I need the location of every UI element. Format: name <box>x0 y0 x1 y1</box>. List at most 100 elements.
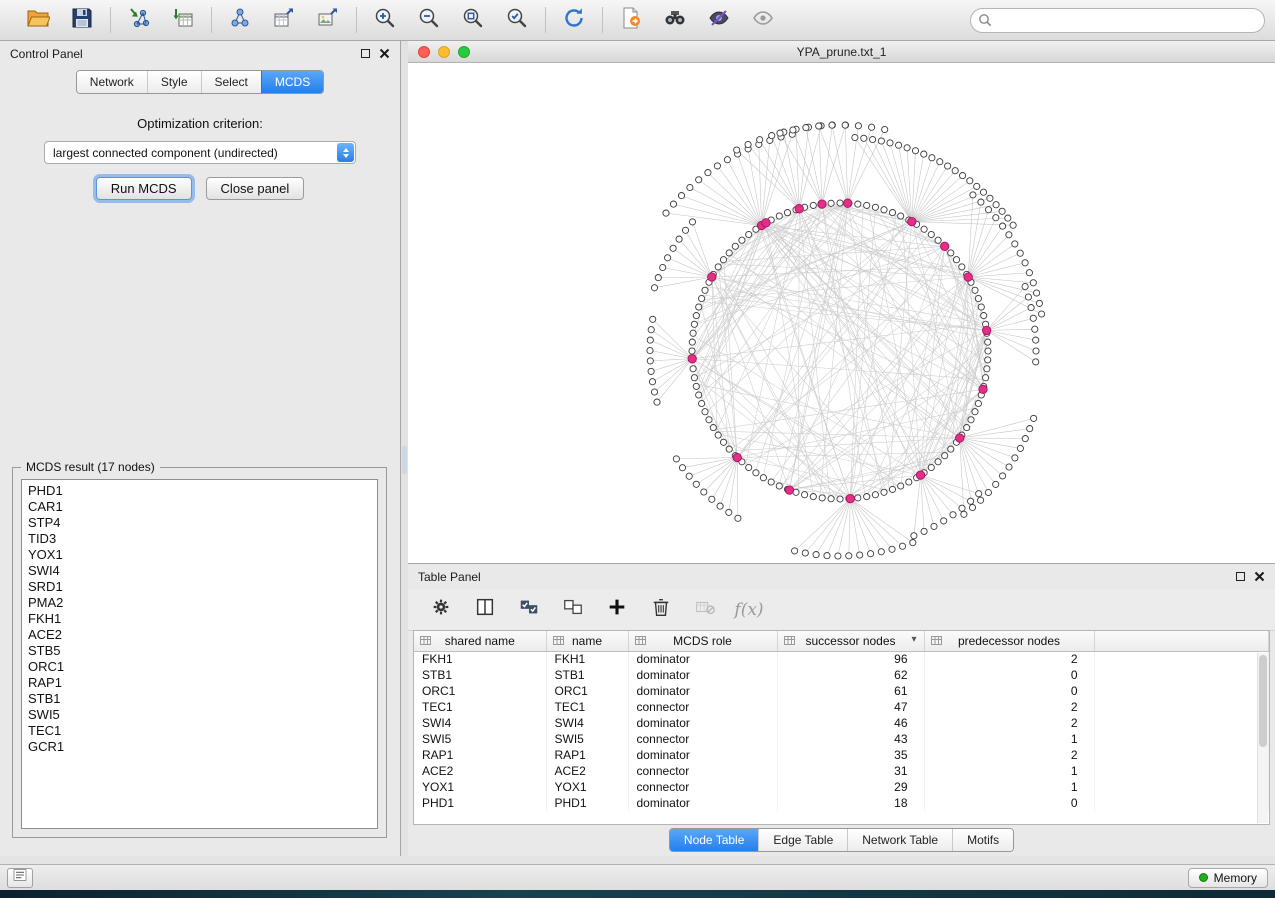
network-node[interactable] <box>868 551 874 557</box>
tab-network[interactable]: Network <box>77 71 147 93</box>
network-node[interactable] <box>816 123 822 129</box>
network-node[interactable] <box>898 483 904 489</box>
network-node[interactable] <box>972 409 978 415</box>
network-node[interactable] <box>846 553 852 559</box>
network-node[interactable] <box>993 215 999 221</box>
network-node[interactable] <box>968 417 974 423</box>
network-node[interactable] <box>693 481 699 487</box>
network-node[interactable] <box>715 432 721 438</box>
network-node[interactable] <box>837 496 843 502</box>
mcds-hub-node[interactable] <box>956 434 964 442</box>
result-node-item[interactable]: GCR1 <box>22 739 377 755</box>
network-node[interactable] <box>726 509 732 515</box>
result-node-item[interactable]: TID3 <box>22 531 377 547</box>
network-node[interactable] <box>1033 348 1039 354</box>
network-node[interactable] <box>714 163 720 169</box>
network-node[interactable] <box>665 255 671 261</box>
network-node[interactable] <box>950 512 956 518</box>
network-node[interactable] <box>899 543 905 549</box>
network-node[interactable] <box>693 313 699 319</box>
network-node[interactable] <box>647 337 653 343</box>
network-node[interactable] <box>937 159 943 165</box>
network-node[interactable] <box>889 486 895 492</box>
import-table-button[interactable] <box>165 4 201 36</box>
network-node[interactable] <box>660 264 666 270</box>
network-node[interactable] <box>1012 455 1018 461</box>
network-node[interactable] <box>810 202 816 208</box>
network-node[interactable] <box>970 192 976 198</box>
network-node[interactable] <box>699 400 705 406</box>
delete-column-button[interactable] <box>644 595 678 625</box>
network-node[interactable] <box>984 366 990 372</box>
select-all-columns-button[interactable] <box>512 595 546 625</box>
network-node[interactable] <box>1030 280 1036 286</box>
network-node[interactable] <box>724 157 730 163</box>
mcds-hub-node[interactable] <box>844 199 852 207</box>
network-window-titlebar[interactable]: YPA_prune.txt_1 <box>408 41 1275 63</box>
network-node[interactable] <box>855 495 861 501</box>
mcds-hub-node[interactable] <box>908 217 916 225</box>
network-node[interactable] <box>699 295 705 301</box>
network-node[interactable] <box>887 140 893 146</box>
tab-style[interactable]: Style <box>147 71 201 93</box>
network-node[interactable] <box>1025 294 1031 300</box>
network-node[interactable] <box>1036 300 1042 306</box>
network-node[interactable] <box>650 316 656 322</box>
network-node[interactable] <box>921 226 927 232</box>
network-node[interactable] <box>948 250 954 256</box>
zoom-out-button[interactable] <box>411 4 447 36</box>
network-node[interactable] <box>972 287 978 293</box>
network-node[interactable] <box>732 243 738 249</box>
show-columns-button[interactable] <box>468 595 502 625</box>
network-node[interactable] <box>910 540 916 546</box>
share-document-button[interactable] <box>613 4 649 36</box>
network-node[interactable] <box>959 505 965 511</box>
search-network-button[interactable] <box>657 4 693 36</box>
result-node-item[interactable]: PMA2 <box>22 595 377 611</box>
hide-annotations-button[interactable] <box>701 4 737 36</box>
network-node[interactable] <box>803 125 809 131</box>
network-node[interactable] <box>928 464 934 470</box>
network-node[interactable] <box>904 145 910 151</box>
network-node[interactable] <box>663 210 669 216</box>
memory-button[interactable]: Memory <box>1188 868 1268 888</box>
network-node[interactable] <box>676 236 682 242</box>
table-row[interactable]: ORC1ORC1dominator610 <box>414 683 1269 699</box>
network-node[interactable] <box>993 481 999 487</box>
network-node[interactable] <box>702 287 708 293</box>
network-node[interactable] <box>696 392 702 398</box>
network-node[interactable] <box>705 170 711 176</box>
mcds-hub-node[interactable] <box>762 219 770 227</box>
mcds-hub-node[interactable] <box>846 494 854 502</box>
network-node[interactable] <box>1033 337 1039 343</box>
result-node-item[interactable]: SWI4 <box>22 563 377 579</box>
tab-motifs[interactable]: Motifs <box>952 829 1013 851</box>
network-node[interactable] <box>715 264 721 270</box>
result-node-item[interactable]: CAR1 <box>22 499 377 515</box>
network-node[interactable] <box>978 304 984 310</box>
network-node[interactable] <box>864 494 870 500</box>
close-window-icon[interactable] <box>418 46 430 58</box>
deselect-all-columns-button[interactable] <box>556 595 590 625</box>
network-node[interactable] <box>777 130 783 136</box>
network-node[interactable] <box>952 168 958 174</box>
network-node[interactable] <box>929 155 935 161</box>
network-node[interactable] <box>1028 305 1034 311</box>
refresh-layout-button[interactable] <box>556 4 592 36</box>
table-row[interactable]: FKH1FKH1dominator962 <box>414 651 1269 667</box>
network-node[interactable] <box>881 489 887 495</box>
network-node[interactable] <box>837 200 843 206</box>
network-node[interactable] <box>1034 290 1040 296</box>
network-node[interactable] <box>693 383 699 389</box>
network-node[interactable] <box>912 148 918 154</box>
column-header-shared-name[interactable]: shared name <box>414 631 546 651</box>
network-node[interactable] <box>835 553 841 559</box>
mcds-hub-node[interactable] <box>785 486 793 494</box>
network-node[interactable] <box>802 492 808 498</box>
network-node[interactable] <box>687 184 693 190</box>
network-node[interactable] <box>906 479 912 485</box>
network-canvas[interactable] <box>408 63 1275 563</box>
network-node[interactable] <box>898 213 904 219</box>
close-table-panel-icon[interactable] <box>1254 571 1265 582</box>
network-node[interactable] <box>828 200 834 206</box>
